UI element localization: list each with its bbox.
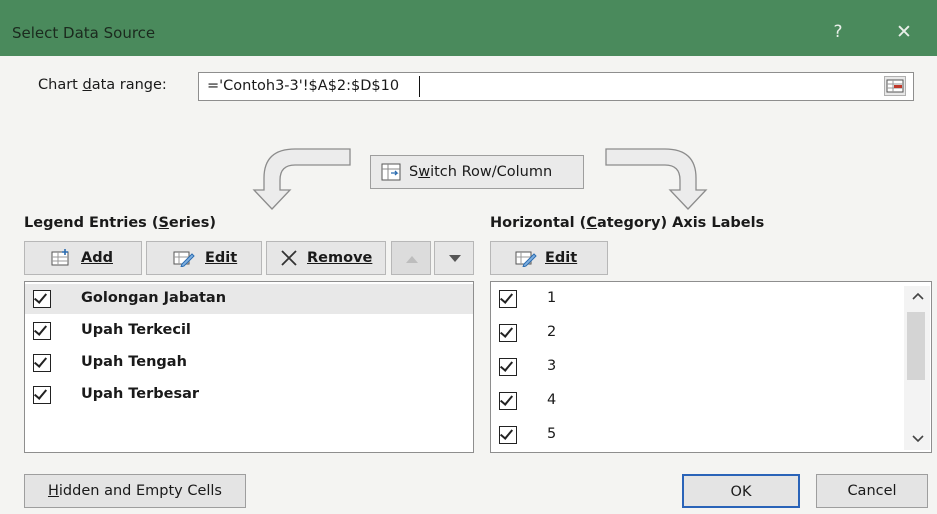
series-checkbox[interactable]: [33, 290, 51, 308]
series-label: Upah Terkecil: [81, 322, 191, 338]
cancel-label: Cancel: [847, 483, 897, 499]
add-series-label: Add: [81, 250, 113, 266]
series-checkbox[interactable]: [33, 386, 51, 404]
axis-label-checkbox[interactable]: [499, 358, 517, 376]
hidden-empty-cells-button[interactable]: Hidden and Empty Cells: [24, 474, 246, 508]
scroll-down-icon[interactable]: [911, 434, 925, 444]
series-label: Upah Tengah: [81, 354, 187, 370]
collapse-range-button[interactable]: [884, 76, 906, 96]
move-down-button[interactable]: [434, 241, 474, 275]
axis-label-value: 5: [547, 426, 557, 442]
add-icon: [51, 249, 71, 271]
edit-icon: [173, 249, 195, 271]
axis-label-item[interactable]: 5: [491, 420, 931, 450]
ok-label: OK: [730, 484, 752, 500]
series-list: Golongan Jabatan Upah Terkecil Upah Teng…: [24, 281, 474, 453]
left-curved-arrow-icon: [252, 148, 351, 210]
cancel-button[interactable]: Cancel: [816, 474, 928, 508]
series-label: Upah Terbesar: [81, 386, 200, 402]
axis-label-checkbox[interactable]: [499, 392, 517, 410]
switch-row-column-label: Switch Row/Column: [409, 164, 553, 180]
axis-label-checkbox[interactable]: [499, 290, 517, 308]
chart-data-range-input[interactable]: ='Contoh3-3'!$A$2:$D$10: [198, 72, 914, 101]
scroll-up-icon[interactable]: [911, 291, 925, 301]
axis-label-checkbox[interactable]: [499, 426, 517, 444]
series-item[interactable]: Upah Tengah: [25, 348, 473, 378]
dialog-title: Select Data Source: [12, 24, 156, 42]
axis-label-item[interactable]: 4: [491, 386, 931, 416]
axis-label-checkbox[interactable]: [499, 324, 517, 342]
remove-series-button[interactable]: Remove: [266, 241, 386, 275]
series-item[interactable]: Upah Terbesar: [25, 380, 473, 410]
edit-axis-labels-label: Edit: [545, 250, 578, 266]
axis-label-item[interactable]: 3: [491, 352, 931, 382]
legend-entries-heading: Legend Entries (Series): [24, 215, 216, 231]
switch-icon: [381, 163, 401, 185]
move-up-icon: [406, 256, 418, 263]
scrollbar-thumb[interactable]: [907, 312, 925, 380]
move-up-button[interactable]: [391, 241, 431, 275]
axis-label-value: 4: [547, 392, 557, 408]
axis-label-value: 1: [547, 290, 557, 306]
help-button[interactable]: ?: [828, 22, 848, 42]
switch-row-column-button[interactable]: Switch Row/Column: [370, 155, 584, 189]
series-label: Golongan Jabatan: [81, 290, 227, 306]
chart-data-range-value: ='Contoh3-3'!$A$2:$D$10: [207, 78, 400, 94]
ok-button[interactable]: OK: [682, 474, 800, 508]
axis-labels-heading: Horizontal (Category) Axis Labels: [490, 215, 765, 231]
axis-labels-list: 1 2 3 4 5: [490, 281, 932, 453]
axis-label-item[interactable]: 2: [491, 318, 931, 348]
close-button[interactable]: ✕: [893, 21, 915, 43]
axis-label-value: 3: [547, 358, 557, 374]
axis-label-value: 2: [547, 324, 557, 340]
right-curved-arrow-icon: [605, 148, 708, 210]
axis-label-item[interactable]: 1: [491, 284, 931, 314]
edit-axis-labels-button[interactable]: Edit: [490, 241, 608, 275]
move-down-icon: [449, 255, 461, 262]
remove-series-label: Remove: [307, 250, 373, 266]
chart-data-range-label: Chart data range:: [38, 77, 167, 93]
edit-icon: [515, 249, 537, 271]
text-caret: [419, 76, 420, 97]
series-item[interactable]: Upah Terkecil: [25, 316, 473, 346]
series-checkbox[interactable]: [33, 322, 51, 340]
edit-series-button[interactable]: Edit: [146, 241, 262, 275]
add-series-button[interactable]: Add: [24, 241, 142, 275]
hidden-empty-cells-label: Hidden and Empty Cells: [48, 483, 222, 499]
series-checkbox[interactable]: [33, 354, 51, 372]
series-item[interactable]: Golongan Jabatan: [25, 284, 473, 314]
edit-series-label: Edit: [205, 250, 238, 266]
range-select-icon: [886, 79, 904, 93]
remove-icon: [279, 249, 299, 271]
